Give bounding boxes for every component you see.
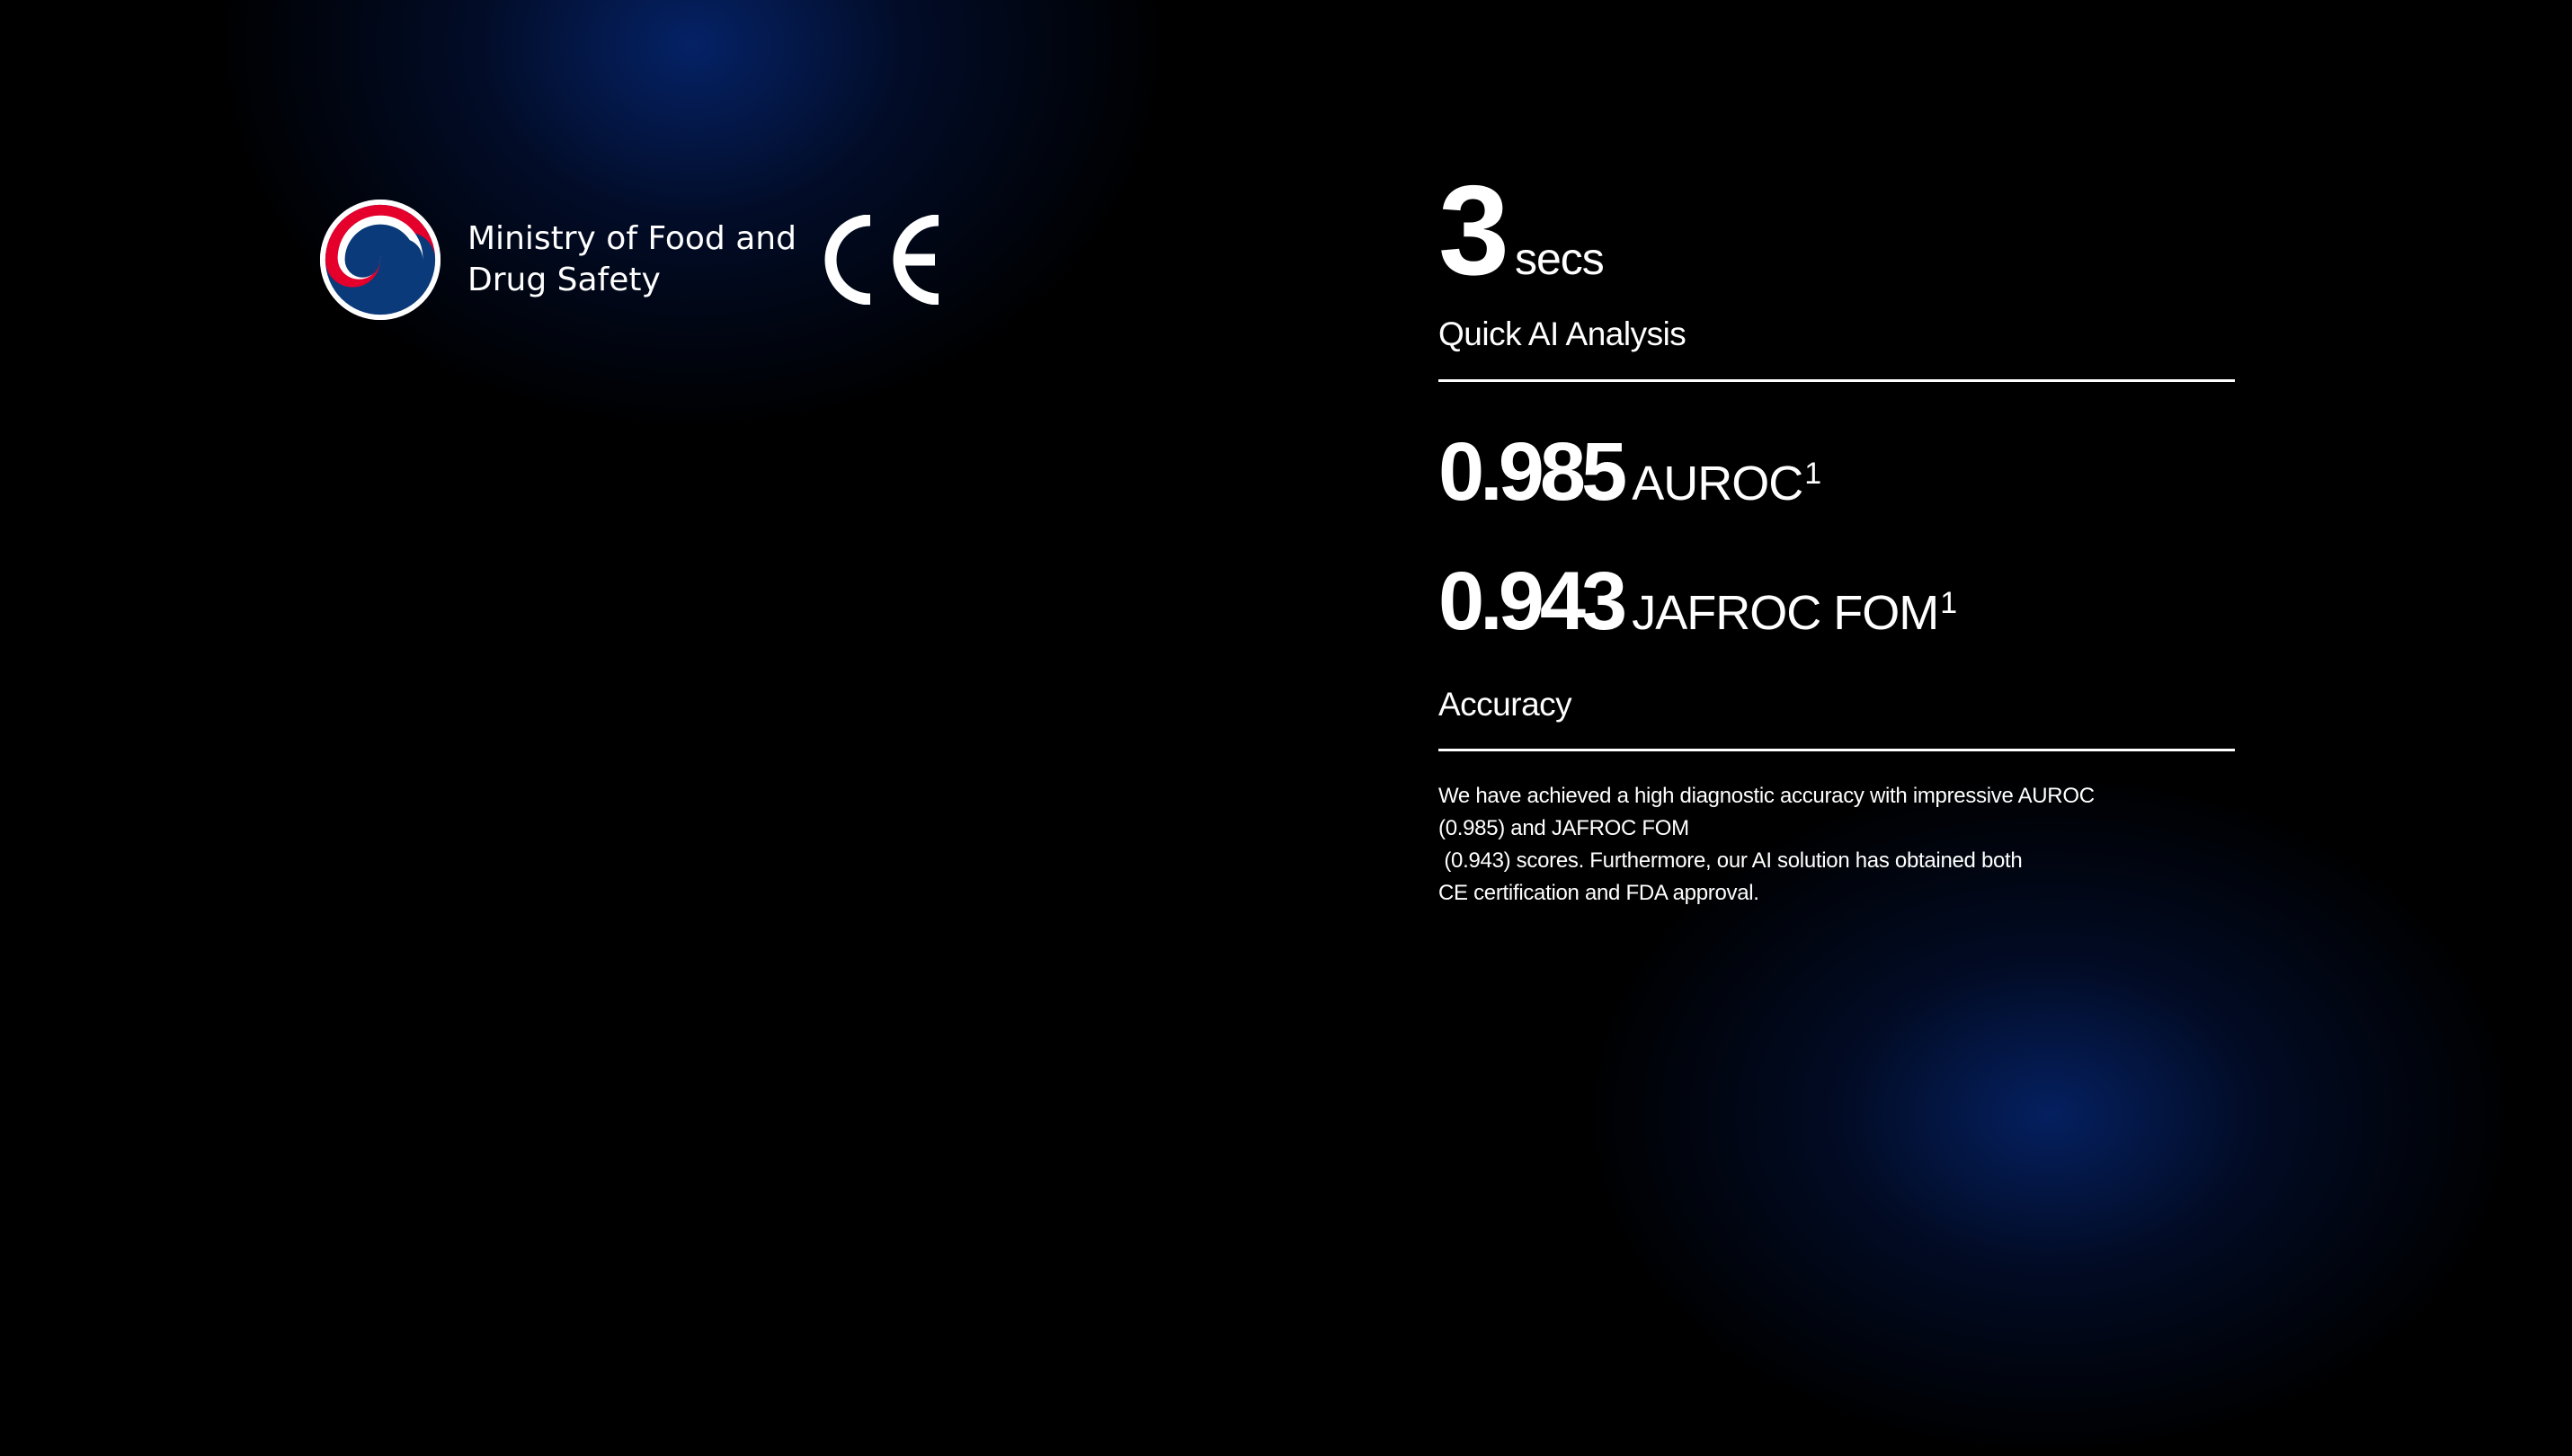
speed-value: 3 [1438,159,1509,302]
accuracy-label: Accuracy [1438,686,1572,723]
ministry-name-line: Ministry of Food and [467,220,797,257]
ministry-name-line: Drug Safety [467,262,661,298]
speed-unit: secs [1514,234,1605,284]
auroc-unit: AUROC1 [1632,456,1821,511]
divider [1438,749,2235,751]
certification-logos: Ministry of Food and Drug Safety [318,197,944,323]
mfds-emblem-icon [319,199,441,321]
jafroc-value: 0.943 [1438,555,1627,647]
ce-mark-icon [824,215,939,305]
description-line: CE certification and FDA approval. [1438,881,1759,905]
description-line: We have achieved a high diagnostic accur… [1438,784,2095,808]
auroc-unit-text: AUROC [1632,457,1803,510]
description-line: (0.943) scores. Furthermore, our AI solu… [1438,848,2023,873]
jafroc-unit: JAFROC FOM1 [1632,585,1957,641]
divider [1438,379,2235,382]
jafroc-stat: 0.943 JAFROC FOM1 [1438,552,1957,651]
description-line: (0.985) and JAFROC FOM [1438,816,1689,840]
accuracy-description: We have achieved a high diagnostic accur… [1438,780,2235,910]
ministry-name: Ministry of Food and Drug Safety [467,218,797,301]
auroc-footnote: 1 [1804,457,1821,491]
jafroc-footnote: 1 [1940,586,1957,620]
speed-label: Quick AI Analysis [1438,315,1686,352]
speed-stat: 3 secs [1438,159,1605,302]
auroc-value: 0.985 [1438,426,1627,518]
jafroc-unit-text: JAFROC FOM [1632,586,1939,640]
auroc-stat: 0.985 AUROC1 [1438,422,1821,521]
